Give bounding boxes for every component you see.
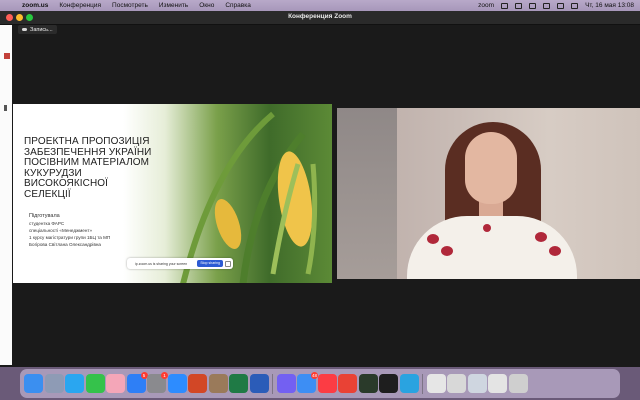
control-center-icon[interactable] [571, 2, 579, 9]
menu-view[interactable]: Посмотреть [112, 2, 148, 9]
recording-indicator[interactable]: Запись... [18, 25, 57, 34]
apple-menu-icon[interactable] [8, 2, 16, 10]
shirt-embroidery [535, 232, 547, 242]
cloud-record-icon [22, 28, 27, 31]
dock: 5 1 48 [20, 369, 620, 398]
app-store-icon[interactable]: 5 [126, 372, 148, 393]
shared-screen-slide: ПРОЕКТНА ПРОПОЗИЦІЯ ЗАБЕЗПЕЧЕННЯ УКРАЇНИ… [13, 104, 332, 283]
facetime-icon[interactable] [85, 374, 105, 393]
menubar-clock[interactable]: Чт, 16 мая 13:08 [585, 2, 634, 9]
downloads-icon[interactable] [447, 374, 466, 393]
slide-author-line: студентка ФАРС [29, 221, 65, 226]
shirt-embroidery [483, 224, 491, 232]
browser-tab-icon [4, 53, 10, 59]
background-browser-edge [0, 25, 12, 365]
screen-share-status-icon[interactable] [501, 2, 509, 9]
search-icon[interactable] [557, 2, 565, 9]
excel-icon[interactable] [229, 374, 248, 393]
notification-badge: 48 [311, 372, 318, 379]
trash-icon[interactable] [508, 374, 528, 393]
launchpad-icon[interactable] [44, 374, 64, 393]
stop-sharing-button[interactable]: Stop sharing [197, 260, 223, 267]
participant-embroidered-shirt [407, 216, 577, 279]
powerpoint-icon[interactable] [188, 374, 207, 393]
battery-icon[interactable] [529, 2, 537, 9]
terminal-icon[interactable] [379, 374, 398, 393]
folder-icon[interactable] [488, 374, 507, 393]
word-icon[interactable] [249, 374, 269, 393]
menu-help[interactable]: Справка [225, 2, 251, 9]
zoom-status-item[interactable]: zoom [478, 2, 494, 9]
slide-title-line: СЕЛЕКЦІЇ [24, 188, 71, 200]
dock-separator [422, 373, 423, 394]
video-background-door [337, 108, 397, 279]
recording-label: Запись... [30, 26, 53, 33]
mail-icon[interactable]: 48 [297, 372, 318, 393]
screen-sharing-bar: ip.zoom.us is sharing your screen Stop s… [127, 258, 233, 269]
viber-status-icon[interactable] [515, 2, 523, 9]
window-titlebar: Конференция Zoom [0, 11, 640, 25]
menu-edit[interactable]: Изменить [159, 2, 188, 9]
telegram-icon[interactable] [399, 374, 419, 393]
menu-app-name[interactable]: zoom.us [22, 2, 48, 9]
finder-icon[interactable] [24, 374, 43, 393]
safari-icon[interactable] [65, 374, 84, 393]
slide-title: ПРОЕКТНА ПРОПОЗИЦІЯ ЗАБЕЗПЕЧЕННЯ УКРАЇНИ… [24, 136, 164, 200]
slide-author-line: спеціальності «Менеджмент» [29, 228, 93, 233]
participant-face [465, 132, 517, 204]
archive-utility-icon[interactable] [208, 374, 228, 393]
activity-monitor-icon[interactable] [358, 374, 378, 393]
shirt-embroidery [441, 246, 453, 256]
zoom-icon[interactable] [167, 374, 187, 393]
sharing-status-text: ip.zoom.us is sharing your screen [135, 261, 188, 266]
photos-icon[interactable] [106, 374, 125, 393]
menu-bar: zoom.us Конференция Посмотреть Изменить … [0, 0, 640, 11]
viber-icon[interactable] [276, 374, 296, 393]
slide-title-line: ВИСОКОЯКІСНОЇ [24, 178, 109, 189]
slide-title-line: ПРОЕКТНА ПРОПОЗИЦІЯ [24, 136, 150, 147]
slide-author-block: Підготувала студентка ФАРС спеціальності… [29, 213, 129, 248]
status-area: zoom Чт, 16 мая 13:08 [478, 0, 634, 11]
system-settings-icon[interactable]: 1 [147, 372, 168, 393]
chrome-icon[interactable] [338, 374, 357, 393]
screenshot-icon[interactable] [467, 374, 487, 393]
shirt-embroidery [549, 246, 561, 256]
wifi-icon[interactable] [543, 2, 551, 9]
window-title: Конференция Zoom [288, 13, 352, 20]
slide-author-line: Богірова Світлана Олександрівна [29, 242, 101, 247]
hide-bar-button[interactable] [225, 260, 231, 267]
notification-badge: 1 [161, 372, 168, 379]
slide-title-line: ПОСІВНИМ МАТЕРІАЛОМ [24, 157, 150, 168]
slide-author-heading: Підготувала [29, 213, 60, 219]
document-icon[interactable] [426, 374, 446, 393]
shirt-embroidery [427, 234, 439, 244]
dock-separator [272, 373, 273, 394]
music-icon[interactable] [317, 374, 337, 393]
browser-close-icon [4, 105, 7, 111]
slide-author-line: 1 курсу магістратури групи 1БЦ та МП [29, 235, 111, 240]
menu-conference[interactable]: Конференция [59, 2, 101, 9]
participant-video-tile[interactable] [337, 108, 640, 279]
menu-window[interactable]: Окно [199, 2, 214, 9]
